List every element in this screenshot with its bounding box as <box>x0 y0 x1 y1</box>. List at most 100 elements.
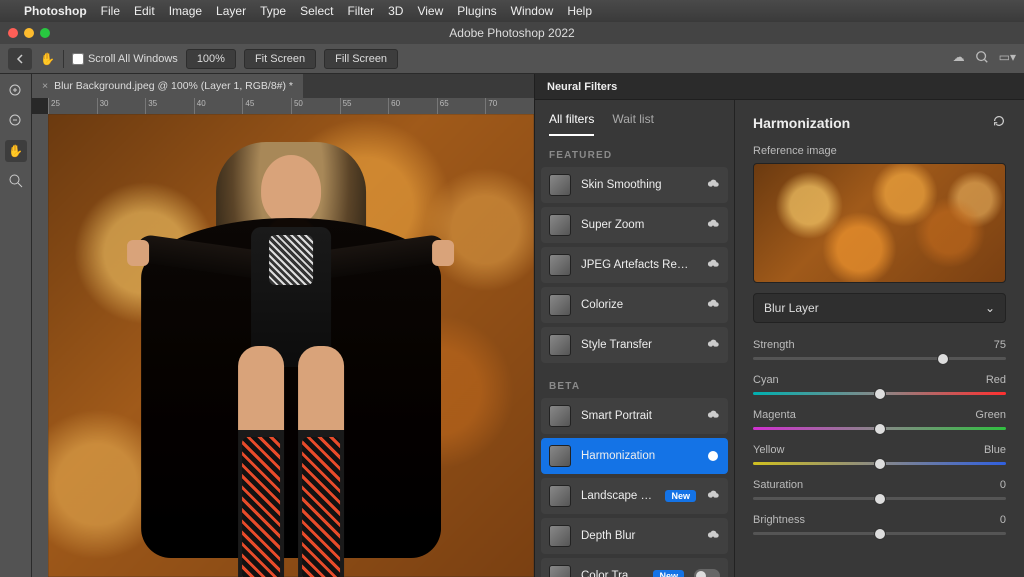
maximize-window-icon[interactable] <box>40 28 50 38</box>
subtab-wait-list[interactable]: Wait list <box>612 112 654 136</box>
cloud-docs-icon[interactable]: ☁ <box>953 50 965 67</box>
slider-track[interactable] <box>753 532 1006 535</box>
close-window-icon[interactable] <box>8 28 18 38</box>
filter-label: Landscape Mixer <box>581 490 655 502</box>
search-icon[interactable] <box>975 50 989 67</box>
filter-label: Harmonization <box>581 450 684 462</box>
fill-screen-button[interactable]: Fill Screen <box>324 49 398 69</box>
tool-magnify[interactable] <box>5 170 27 192</box>
download-icon[interactable] <box>706 528 720 545</box>
reference-image-label: Reference image <box>753 145 1006 157</box>
slider-thumb[interactable] <box>874 493 886 505</box>
menu-view[interactable]: View <box>417 4 443 18</box>
filter-toggle[interactable] <box>694 569 720 577</box>
scroll-all-input[interactable] <box>72 53 84 65</box>
scroll-all-checkbox[interactable]: Scroll All Windows <box>72 53 178 65</box>
back-button[interactable] <box>8 48 32 70</box>
menu-image[interactable]: Image <box>169 4 202 18</box>
slider-track[interactable] <box>753 462 1006 465</box>
slider-thumb[interactable] <box>874 458 886 470</box>
filter-row-super-zoom[interactable]: Super Zoom <box>541 207 728 243</box>
slider-yellow[interactable]: YellowBlue <box>753 444 1006 465</box>
menu-help[interactable]: Help <box>567 4 592 18</box>
canvas[interactable] <box>48 114 534 577</box>
filter-thumbnail <box>549 294 571 316</box>
download-icon[interactable] <box>706 217 720 234</box>
options-bar: ✋ Scroll All Windows 100% Fit Screen Fil… <box>0 44 1024 74</box>
slider-label-left: Yellow <box>753 444 784 456</box>
slider-track[interactable] <box>753 392 1006 395</box>
menu-window[interactable]: Window <box>511 4 554 18</box>
workspace-switcher-icon[interactable]: ▭▾ <box>999 50 1016 67</box>
filter-label: Super Zoom <box>581 219 696 231</box>
slider-strength[interactable]: Strength75 <box>753 339 1006 360</box>
tool-hand[interactable]: ✋ <box>5 140 27 162</box>
fit-screen-button[interactable]: Fit Screen <box>244 49 316 69</box>
filter-thumbnail <box>549 565 571 577</box>
slider-label-right: Green <box>975 409 1006 421</box>
menu-app[interactable]: Photoshop <box>24 4 87 18</box>
slider-track[interactable] <box>753 357 1006 360</box>
download-icon[interactable] <box>706 337 720 354</box>
filter-label: Colorize <box>581 299 696 311</box>
download-icon[interactable] <box>706 488 720 505</box>
filter-row-landscape-mixer[interactable]: Landscape MixerNew <box>541 478 728 514</box>
filter-row-skin-smoothing[interactable]: Skin Smoothing <box>541 167 728 203</box>
filter-row-harmonization[interactable]: Harmonization <box>541 438 728 474</box>
filter-thumbnail <box>549 485 571 507</box>
tool-zoom-in[interactable] <box>5 80 27 102</box>
filter-label: Color Transfer <box>581 570 643 577</box>
filter-row-depth-blur[interactable]: Depth Blur <box>541 518 728 554</box>
subtab-all-filters[interactable]: All filters <box>549 112 594 136</box>
panel-tab-neural-filters[interactable]: Neural Filters <box>535 74 1024 100</box>
slider-saturation[interactable]: Saturation0 <box>753 479 1006 500</box>
slider-thumb[interactable] <box>874 388 886 400</box>
menu-select[interactable]: Select <box>300 4 333 18</box>
filter-toggle[interactable] <box>694 449 720 463</box>
download-icon[interactable] <box>706 177 720 194</box>
document-area: × Blur Background.jpeg @ 100% (Layer 1, … <box>32 74 534 577</box>
download-icon[interactable] <box>706 408 720 425</box>
document-tab[interactable]: × Blur Background.jpeg @ 100% (Layer 1, … <box>32 74 303 98</box>
tool-zoom-out[interactable] <box>5 110 27 132</box>
slider-magenta[interactable]: MagentaGreen <box>753 409 1006 430</box>
slider-cyan[interactable]: CyanRed <box>753 374 1006 395</box>
filter-row-color-transfer[interactable]: Color Transfer New <box>541 558 728 577</box>
hand-tool-icon[interactable]: ✋ <box>40 52 55 66</box>
filter-thumbnail <box>549 525 571 547</box>
slider-thumb[interactable] <box>874 423 886 435</box>
zoom-level-button[interactable]: 100% <box>186 49 236 69</box>
menu-3d[interactable]: 3D <box>388 4 403 18</box>
slider-track[interactable] <box>753 497 1006 500</box>
mac-menubar: Photoshop File Edit Image Layer Type Sel… <box>0 0 1024 22</box>
menu-file[interactable]: File <box>101 4 120 18</box>
reset-icon[interactable] <box>992 114 1006 131</box>
new-badge: New <box>653 570 684 577</box>
download-icon[interactable] <box>706 297 720 314</box>
menu-filter[interactable]: Filter <box>347 4 374 18</box>
slider-thumb[interactable] <box>874 528 886 540</box>
menu-edit[interactable]: Edit <box>134 4 155 18</box>
slider-thumb[interactable] <box>937 353 949 365</box>
reference-layer-select[interactable]: Blur Layer ⌄ <box>753 293 1006 323</box>
window-title: Adobe Photoshop 2022 <box>449 26 574 40</box>
filter-row-smart-portrait[interactable]: Smart Portrait <box>541 398 728 434</box>
download-icon[interactable] <box>706 257 720 274</box>
filter-row-jpeg-artefacts-removal[interactable]: JPEG Artefacts Removal <box>541 247 728 283</box>
minimize-window-icon[interactable] <box>24 28 34 38</box>
filter-label: JPEG Artefacts Removal <box>581 259 696 271</box>
menu-layer[interactable]: Layer <box>216 4 246 18</box>
ruler-vertical <box>32 114 48 577</box>
filter-row-colorize[interactable]: Colorize <box>541 287 728 323</box>
slider-brightness[interactable]: Brightness0 <box>753 514 1006 535</box>
filter-row-style-transfer[interactable]: Style Transfer <box>541 327 728 363</box>
menu-type[interactable]: Type <box>260 4 286 18</box>
filter-label: Skin Smoothing <box>581 179 696 191</box>
slider-label-left: Cyan <box>753 374 779 386</box>
reference-image-thumbnail[interactable] <box>753 163 1006 283</box>
filter-list-column: All filters Wait list FEATURED Skin Smoo… <box>535 100 735 577</box>
filter-thumbnail <box>549 214 571 236</box>
menu-plugins[interactable]: Plugins <box>457 4 496 18</box>
slider-track[interactable] <box>753 427 1006 430</box>
close-tab-icon[interactable]: × <box>42 80 48 92</box>
